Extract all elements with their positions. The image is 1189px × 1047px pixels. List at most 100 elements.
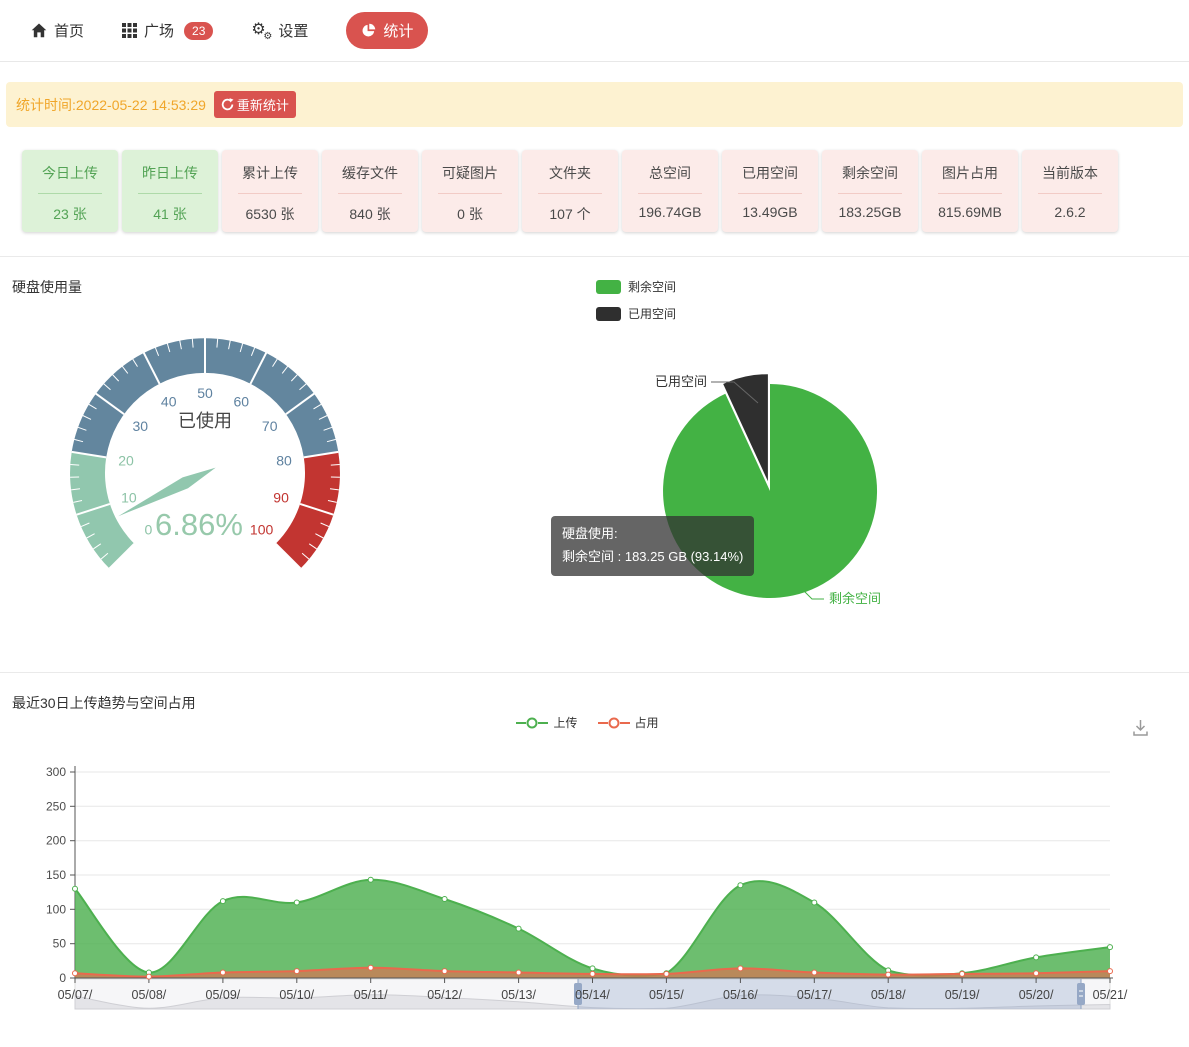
- gauge-tick-label: 90: [273, 490, 289, 506]
- stat-card-divider: [638, 193, 702, 194]
- data-point[interactable]: [1034, 955, 1039, 960]
- pie-label-used: 已用空间: [655, 374, 707, 389]
- stat-card-divider: [938, 193, 1002, 194]
- data-point[interactable]: [1034, 971, 1039, 976]
- legend-item-upload[interactable]: 上传: [516, 714, 577, 731]
- legend-item-used[interactable]: 已用空间: [596, 305, 676, 322]
- data-point[interactable]: [960, 971, 965, 976]
- nav-item-label: 广场: [144, 20, 174, 41]
- data-point[interactable]: [146, 974, 151, 979]
- data-point[interactable]: [1108, 945, 1113, 950]
- gauge-band: [70, 452, 134, 569]
- data-point[interactable]: [73, 971, 78, 976]
- stats-time-text: 统计时间:2022-05-22 14:53:29: [16, 95, 206, 115]
- grid-icon: [122, 23, 137, 38]
- data-point[interactable]: [442, 897, 447, 902]
- y-tick-label: 150: [46, 868, 66, 882]
- y-tick-label: 0: [59, 971, 66, 985]
- stat-card-label: 总空间: [622, 150, 718, 183]
- legend-item-remaining[interactable]: 剩余空间: [596, 278, 676, 295]
- data-point[interactable]: [886, 972, 891, 977]
- data-point[interactable]: [368, 877, 373, 882]
- nav-item-label: 设置: [278, 20, 308, 41]
- data-point[interactable]: [812, 900, 817, 905]
- save-as-image-button[interactable]: [1131, 718, 1150, 743]
- x-tick-label: 05/19/: [945, 988, 980, 1002]
- gauge-tick: [331, 465, 340, 466]
- disk-section-title: 硬盘使用量: [12, 277, 82, 297]
- stat-card-divider: [438, 193, 502, 194]
- trend-series: [75, 880, 1110, 978]
- stat-card-label: 剩余空间: [822, 150, 918, 183]
- data-point[interactable]: [442, 969, 447, 974]
- plaza-count-badge: 23: [184, 22, 213, 40]
- x-tick-label: 05/14/: [575, 988, 610, 1002]
- data-point[interactable]: [738, 883, 743, 888]
- recount-button[interactable]: 重新统计: [214, 91, 296, 118]
- stat-card: 当前版本2.6.2: [1022, 150, 1118, 232]
- data-point[interactable]: [664, 971, 669, 976]
- data-point[interactable]: [590, 966, 595, 971]
- nav-item-home[interactable]: 首页: [31, 20, 84, 41]
- data-point[interactable]: [738, 966, 743, 971]
- legend-item-usage[interactable]: 占用: [598, 714, 659, 731]
- nav-item-plaza[interactable]: 广场 23: [122, 20, 213, 41]
- stat-card: 文件夹107 个: [522, 150, 618, 232]
- stat-card-value: 13.49GB: [722, 204, 818, 220]
- nav-item-settings[interactable]: ⚙⚙ 设置: [251, 20, 308, 41]
- y-tick-label: 50: [53, 937, 67, 951]
- nav-item-stats-active[interactable]: 统计: [346, 12, 428, 49]
- stat-card-divider: [838, 193, 902, 194]
- stat-card-label: 昨日上传: [122, 150, 218, 183]
- gauge-tick-label: 60: [234, 394, 250, 410]
- tooltip-series-name: 硬盘使用:: [562, 523, 743, 546]
- data-point[interactable]: [516, 970, 521, 975]
- data-point[interactable]: [368, 965, 373, 970]
- stat-card-value: 41 张: [122, 204, 218, 224]
- stat-card-value: 2.6.2: [1022, 204, 1118, 220]
- x-tick-label: 05/11/: [354, 988, 388, 1002]
- x-tick-label: 05/16/: [723, 988, 758, 1002]
- line-marker-icon: [516, 716, 548, 730]
- gauge-tick-label: 20: [118, 453, 134, 469]
- stat-card-divider: [238, 193, 302, 194]
- x-tick-label: 05/15/: [649, 988, 684, 1002]
- data-point[interactable]: [73, 886, 78, 891]
- disk-usage-chart-svg[interactable]: 0102030405060708090100已使用6.86%已用空间剩余空间: [0, 257, 1189, 673]
- gauge-title: 已使用: [178, 411, 232, 431]
- x-tick-label: 05/18/: [871, 988, 906, 1002]
- stat-card-value: 196.74GB: [622, 204, 718, 220]
- stat-card-value: 183.25GB: [822, 204, 918, 220]
- disk-pie-legend: 剩余空间 已用空间: [596, 278, 676, 322]
- data-point[interactable]: [294, 900, 299, 905]
- stat-card-value: 6530 张: [222, 204, 318, 224]
- stat-card-divider: [38, 193, 102, 194]
- x-tick-label: 05/10/: [279, 988, 314, 1002]
- stat-card-label: 可疑图片: [422, 150, 518, 183]
- stat-card-label: 文件夹: [522, 150, 618, 183]
- datazoom-handle-right[interactable]: [1077, 983, 1085, 1005]
- stat-card-divider: [1038, 193, 1102, 194]
- y-tick-label: 250: [46, 799, 66, 813]
- stat-card-label: 已用空间: [722, 150, 818, 183]
- stat-card-divider: [538, 193, 602, 194]
- legend-label: 剩余空间: [628, 278, 676, 295]
- stat-card-value: 0 张: [422, 204, 518, 224]
- gauge-tick-label: 10: [121, 490, 137, 506]
- data-point[interactable]: [220, 970, 225, 975]
- stat-card: 总空间 196.74GB: [622, 150, 718, 232]
- data-point[interactable]: [516, 926, 521, 931]
- x-tick-label: 05/12/: [427, 988, 462, 1002]
- series-area-upload[interactable]: [75, 880, 1110, 978]
- line-marker-icon: [598, 716, 630, 730]
- data-point[interactable]: [812, 970, 817, 975]
- data-point[interactable]: [294, 969, 299, 974]
- gauge-tick-label: 30: [133, 418, 149, 434]
- data-point[interactable]: [1108, 969, 1113, 974]
- trend-legend: 上传 占用: [0, 714, 1175, 731]
- gauge-band: [276, 452, 340, 569]
- data-point[interactable]: [220, 899, 225, 904]
- data-point[interactable]: [590, 971, 595, 976]
- chart-tooltip: 硬盘使用: 剩余空间 : 183.25 GB (93.14%): [551, 516, 754, 576]
- gauge-tick-label: 70: [262, 418, 278, 434]
